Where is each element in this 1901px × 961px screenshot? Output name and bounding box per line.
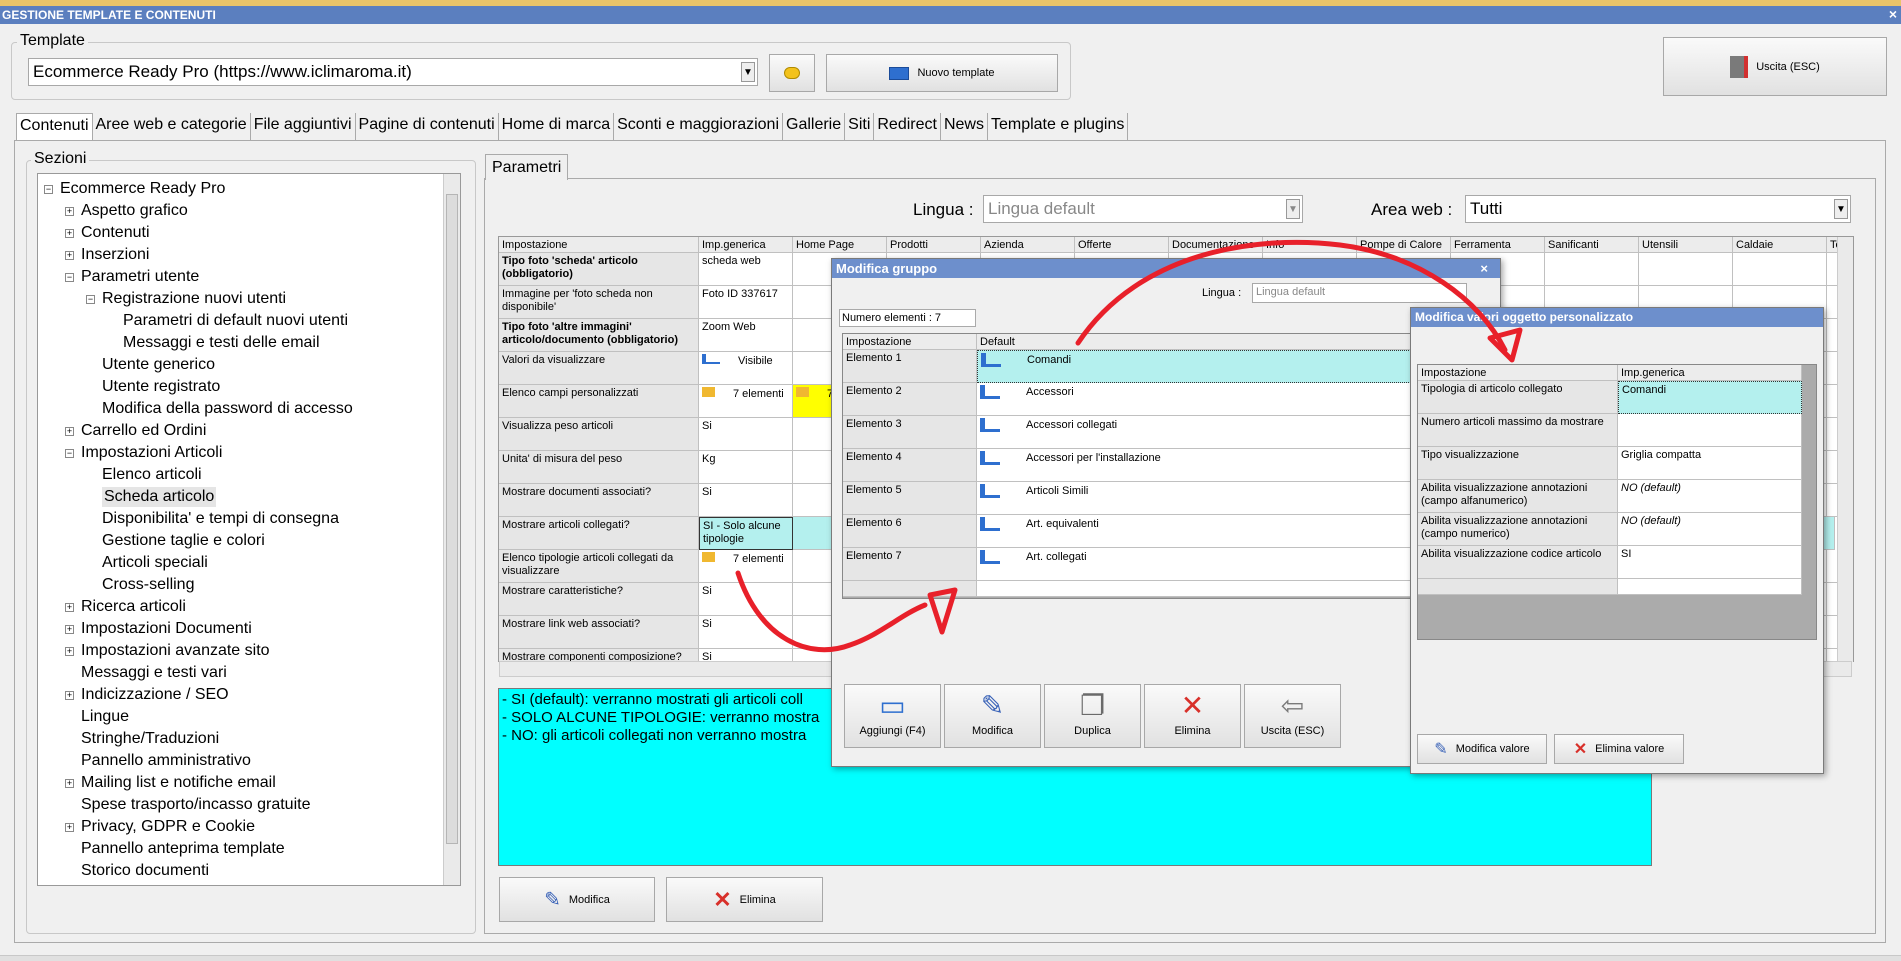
annotation-arrows xyxy=(735,239,1523,653)
annotation-arrow-1 xyxy=(735,570,928,653)
annotation-arrow-2 xyxy=(1075,239,1508,353)
status-bar xyxy=(0,955,1901,961)
annotation-arrowhead-1 xyxy=(927,587,958,635)
